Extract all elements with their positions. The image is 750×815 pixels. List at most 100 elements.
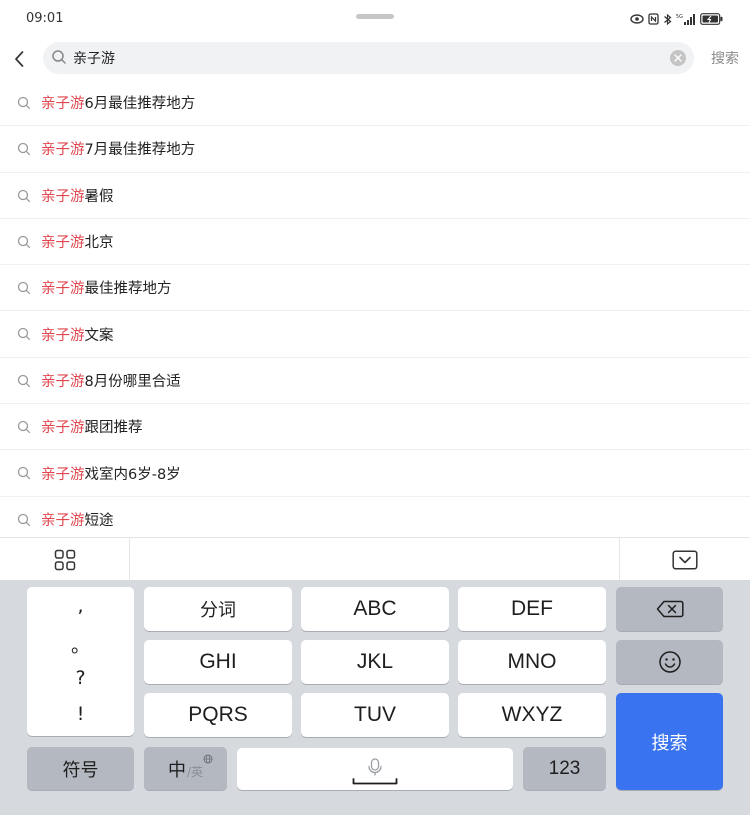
suggestion-highlight: 亲子游 [41, 96, 85, 113]
suggestion-item[interactable]: 亲子游文案 [0, 311, 750, 358]
suggestion-text: 亲子游短途 [41, 509, 114, 530]
backspace-icon [656, 600, 684, 618]
key-abc[interactable]: ABC [301, 587, 449, 631]
search-button[interactable]: 搜索 [711, 48, 739, 68]
suggestion-rest: 6月最佳推荐地方 [84, 96, 196, 113]
suggestion-item[interactable]: 亲子游跟团推荐 [0, 404, 750, 451]
suggestion-highlight: 亲子游 [41, 235, 85, 252]
keyboard-toolbar [0, 537, 750, 581]
punct-key[interactable]: ? [27, 667, 134, 689]
suggestion-text: 亲子游北京 [41, 231, 114, 252]
keyboard-menu-button[interactable] [0, 538, 130, 581]
suggestion-list: 亲子游6月最佳推荐地方 亲子游7月最佳推荐地方 亲子游暑假 亲子游北京 亲子游最… [0, 80, 750, 543]
suggestion-item[interactable]: 亲子游6月最佳推荐地方 [0, 80, 750, 127]
grid-menu-icon [54, 549, 75, 570]
suggestion-highlight: 亲子游 [41, 420, 85, 437]
suggestion-highlight: 亲子游 [41, 281, 85, 298]
clear-icon [674, 54, 682, 62]
lang-main-label: 中 [167, 759, 186, 781]
search-icon [17, 374, 31, 387]
suggestion-item[interactable]: 亲子游最佳推荐地方 [0, 265, 750, 312]
punct-key[interactable]: ! [27, 703, 134, 725]
search-row: 搜索 [0, 38, 750, 80]
suggestion-text: 亲子游6月最佳推荐地方 [41, 92, 195, 113]
suggestion-rest: 短途 [84, 512, 114, 529]
emoji-key[interactable] [616, 640, 723, 684]
enter-search-key[interactable]: 搜索 [616, 693, 723, 790]
suggestion-rest: 戏室内6岁-8岁 [84, 466, 181, 483]
search-icon [17, 467, 31, 480]
search-box[interactable] [43, 42, 694, 74]
suggestion-text: 亲子游7月最佳推荐地方 [41, 138, 195, 159]
search-icon [17, 282, 31, 295]
suggestion-text: 亲子游8月份哪里合适 [41, 370, 181, 391]
suggestion-rest: 文案 [84, 327, 114, 344]
bluetooth-icon [663, 13, 672, 26]
signal-icon: 5G [676, 13, 696, 26]
suggestion-rest: 暑假 [84, 188, 114, 205]
punct-key[interactable]: , [27, 595, 134, 617]
suggestion-item[interactable]: 亲子游戏室内6岁-8岁 [0, 450, 750, 497]
suggestion-rest: 北京 [84, 235, 114, 252]
key-pqrs[interactable]: PQRS [144, 693, 292, 737]
suggestion-rest: 最佳推荐地方 [84, 281, 172, 298]
language-switch-key[interactable]: 中/英 [144, 747, 227, 790]
punctuation-column[interactable]: , 。 ? ! [27, 587, 134, 736]
suggestion-item[interactable]: 亲子游7月最佳推荐地方 [0, 126, 750, 173]
keyboard: , 。 ? ! 分词 ABC DEF GHI JKL MNO PQRS TUV … [0, 580, 750, 815]
key-mno[interactable]: MNO [458, 640, 606, 684]
suggestion-text: 亲子游暑假 [41, 185, 114, 206]
search-icon [52, 50, 66, 64]
backspace-key[interactable] [616, 587, 723, 631]
clear-button[interactable] [670, 50, 686, 66]
symbols-key[interactable]: 符号 [27, 747, 134, 790]
back-button[interactable] [8, 44, 30, 74]
search-input[interactable] [73, 42, 653, 74]
status-time: 09:01 [26, 11, 64, 26]
suggestion-rest: 跟团推荐 [84, 420, 143, 437]
suggestion-highlight: 亲子游 [41, 142, 85, 159]
hide-keyboard-button[interactable] [619, 538, 750, 581]
status-bar: 09:01 5G [0, 0, 750, 38]
svg-text:5G: 5G [676, 14, 683, 20]
suggestion-text: 亲子游戏室内6岁-8岁 [41, 463, 181, 484]
suggestion-item[interactable]: 亲子游暑假 [0, 173, 750, 219]
suggestion-highlight: 亲子游 [41, 327, 85, 344]
space-bar[interactable] [237, 748, 513, 790]
punct-key[interactable]: 。 [27, 631, 134, 658]
microphone-icon [352, 758, 398, 785]
suggestion-highlight: 亲子游 [41, 373, 85, 390]
battery-icon [700, 13, 724, 25]
suggestion-highlight: 亲子游 [41, 466, 85, 483]
globe-icon [203, 754, 213, 764]
key-jkl[interactable]: JKL [301, 640, 449, 684]
suggestion-item[interactable]: 亲子游北京 [0, 219, 750, 266]
key-wxyz[interactable]: WXYZ [458, 693, 606, 737]
search-icon [17, 189, 31, 202]
search-icon [17, 328, 31, 341]
nfc-icon [648, 13, 659, 25]
suggestion-rest: 8月份哪里合适 [84, 373, 181, 390]
status-icons: 5G [630, 10, 724, 28]
search-icon [17, 235, 31, 248]
suggestion-text: 亲子游跟团推荐 [41, 416, 143, 437]
suggestion-item[interactable]: 亲子游8月份哪里合适 [0, 358, 750, 405]
suggestion-rest: 7月最佳推荐地方 [84, 142, 196, 159]
search-icon [17, 420, 31, 434]
suggestion-highlight: 亲子游 [41, 188, 85, 205]
numbers-key[interactable]: 123 [523, 747, 606, 790]
emoji-icon [658, 651, 681, 673]
lang-sub-label: /英 [186, 765, 204, 779]
key-segment[interactable]: 分词 [144, 587, 292, 631]
back-arrow-icon [15, 51, 24, 67]
key-tuv[interactable]: TUV [301, 693, 449, 737]
suggestion-text: 亲子游最佳推荐地方 [41, 277, 172, 298]
key-ghi[interactable]: GHI [144, 640, 292, 684]
search-icon [17, 513, 31, 526]
search-icon [17, 143, 31, 156]
drag-handle[interactable] [356, 14, 394, 19]
key-def[interactable]: DEF [458, 587, 606, 631]
suggestion-text: 亲子游文案 [41, 324, 114, 345]
collapse-keyboard-icon [672, 549, 698, 570]
eye-icon [630, 14, 644, 24]
